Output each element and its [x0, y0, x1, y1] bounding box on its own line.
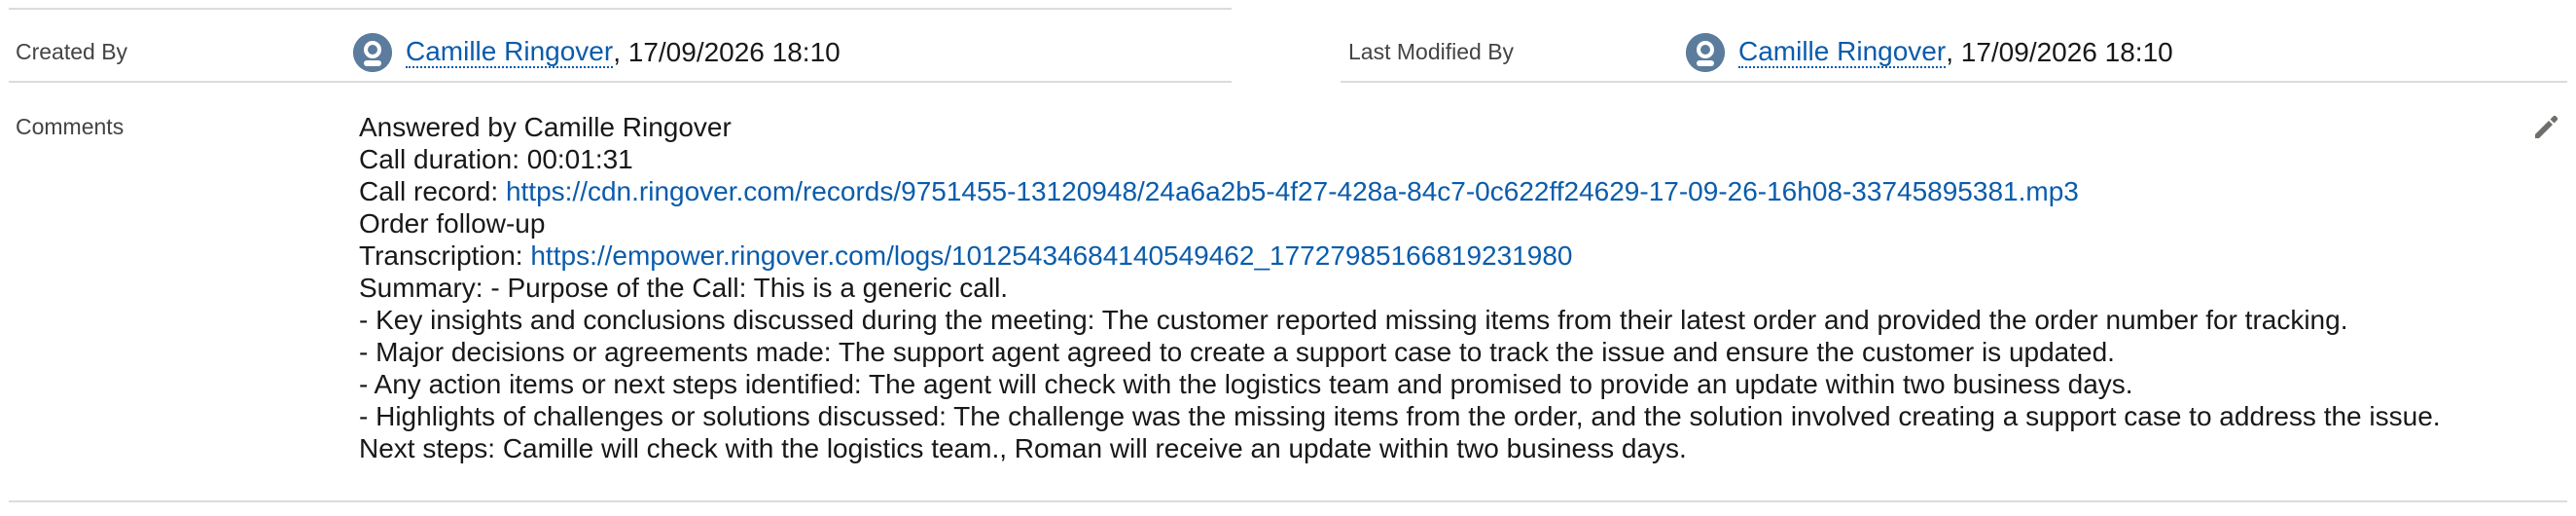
last-modified-user-link[interactable]: Camille Ringover [1738, 36, 1947, 69]
transcription-link[interactable]: https://empower.ringover.com/logs/101254… [530, 240, 1572, 271]
comment-next-steps: Next steps: Camille will check with the … [359, 433, 1687, 463]
comment-order-follow-up: Order follow-up [359, 208, 546, 239]
last-modified-date: , 17/09/2026 18:10 [1946, 37, 2173, 67]
user-avatar-icon [353, 33, 392, 72]
user-avatar-icon [1686, 33, 1725, 72]
comment-answered-by: Answered by Camille Ringover [359, 112, 732, 142]
transcription-prefix: Transcription: [359, 240, 531, 271]
comments-body: Answered by Camille Ringover Call durati… [359, 111, 2480, 464]
comment-summary-highlights: - Highlights of challenges or solutions … [359, 401, 2441, 431]
top-divider-left [9, 8, 1232, 10]
created-by-divider [9, 81, 1232, 83]
created-by-label: Created By [16, 39, 128, 64]
pencil-edit-icon[interactable] [2531, 113, 2560, 142]
last-modified-divider [1341, 81, 2567, 83]
created-by-value: Camille Ringover , 17/09/2026 18:10 [353, 33, 841, 72]
comment-call-record: Call record: https://cdn.ringover.com/re… [359, 175, 2480, 207]
last-modified-label: Last Modified By [1348, 39, 1515, 64]
comment-summary-insights: - Key insights and conclusions discussed… [359, 305, 2348, 335]
call-record-link[interactable]: https://cdn.ringover.com/records/9751455… [506, 176, 2079, 206]
last-modified-value: Camille Ringover , 17/09/2026 18:10 [1686, 33, 2173, 72]
comment-summary-purpose: Summary: - Purpose of the Call: This is … [359, 273, 1009, 303]
comment-summary-decisions: - Major decisions or agreements made: Th… [359, 337, 2115, 367]
call-record-prefix: Call record: [359, 176, 506, 206]
comment-transcription: Transcription: https://empower.ringover.… [359, 240, 2480, 272]
comments-label: Comments [16, 114, 125, 139]
comment-summary-actions: - Any action items or next steps identif… [359, 369, 2133, 399]
comment-call-duration: Call duration: 00:01:31 [359, 144, 633, 174]
created-by-date: , 17/09/2026 18:10 [613, 37, 841, 67]
comments-divider [9, 500, 2567, 502]
created-by-user-link[interactable]: Camille Ringover [406, 36, 614, 69]
